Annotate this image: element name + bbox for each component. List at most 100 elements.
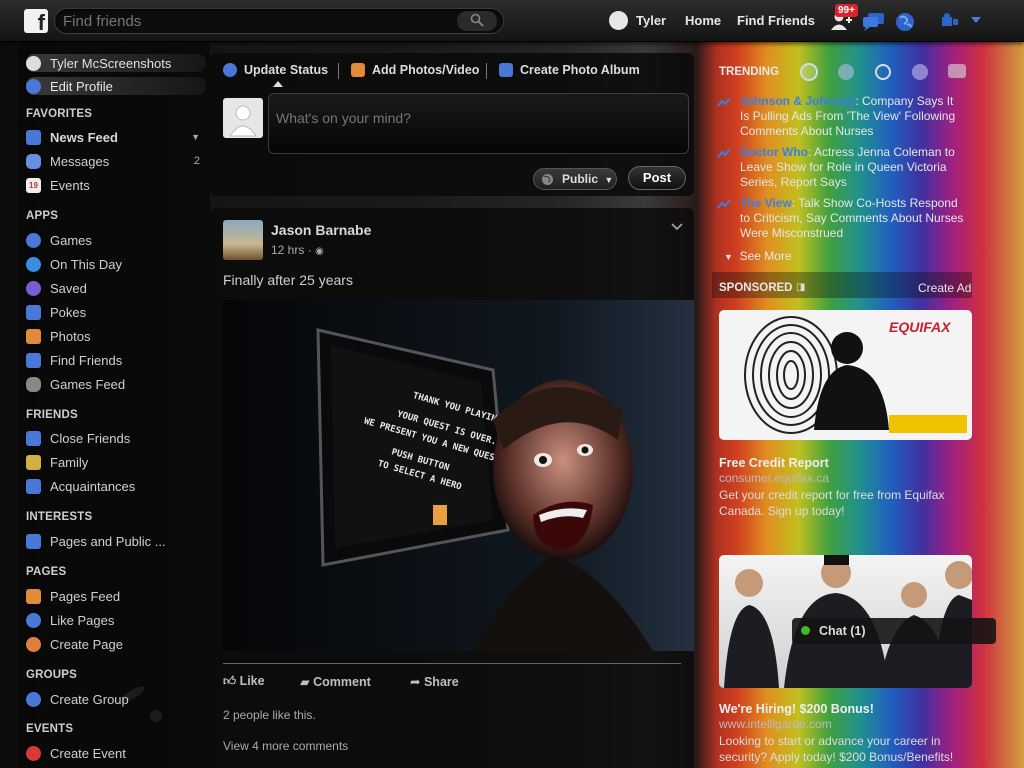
sidebar-item-news-feed[interactable]: News Feed ▼: [26, 128, 206, 146]
post-timestamp[interactable]: 12 hrs · ◉: [271, 243, 324, 257]
likes-people-link[interactable]: 2 people: [223, 708, 269, 722]
family-icon: [26, 454, 41, 470]
privacy-shortcuts-icon[interactable]: [940, 11, 960, 29]
post-time-text: 12 hrs ·: [271, 243, 312, 257]
find-friends-link[interactable]: Find Friends: [737, 13, 815, 28]
saved-icon: [26, 280, 41, 296]
like-button[interactable]: 👍︎ Like: [223, 674, 265, 689]
ad-title[interactable]: We're Hiring! $200 Bonus!: [719, 702, 874, 716]
post-author[interactable]: Jason Barnabe: [271, 222, 371, 238]
pencil-icon: [26, 78, 41, 94]
edit-profile-row[interactable]: Edit Profile: [26, 77, 206, 95]
like-label: Like: [239, 674, 265, 688]
trending-science-icon[interactable]: [875, 64, 891, 80]
globe-icon: ◉: [315, 246, 324, 257]
sidebar-item-find-friends[interactable]: Find Friends: [26, 351, 206, 369]
sidebar-item-create-page[interactable]: Create Page: [26, 635, 206, 653]
photo-icon: [351, 63, 365, 77]
sidebar-item-label: Create Event: [50, 745, 126, 761]
view-more-comments-link[interactable]: View 4 more comments: [223, 739, 348, 753]
sidebar-item-messages[interactable]: Messages 2: [26, 152, 206, 170]
sidebar-item-like-pages[interactable]: Like Pages: [26, 611, 206, 629]
left-sidebar: Tyler McScreenshots Edit Profile FAVORIT…: [18, 44, 210, 768]
create-group-icon: [26, 691, 41, 707]
privacy-selector[interactable]: Public ▼: [533, 168, 617, 190]
sidebar-item-photos[interactable]: Photos: [26, 327, 206, 345]
messages-count: 2: [193, 155, 200, 167]
games-feed-icon: [26, 376, 41, 392]
games-icon: [26, 232, 41, 248]
avatar: [223, 98, 263, 138]
trending-item[interactable]: Johnson & Johnson: Company Says It Is Pu…: [717, 94, 965, 139]
ad-image-equifax[interactable]: EQUIFAX: [719, 310, 972, 440]
sidebar-item-label: Find Friends: [50, 352, 123, 368]
ad-description: Get your credit report for free from Equ…: [719, 488, 945, 518]
create-ad-link[interactable]: Create Ad: [918, 281, 971, 295]
trending-item[interactable]: The View: Talk Show Co-Hosts Respond to …: [717, 196, 965, 241]
trending-entertainment-icon[interactable]: [948, 64, 966, 78]
post-options-chevron-icon[interactable]: [671, 223, 683, 231]
trending-top-icon[interactable]: [800, 63, 818, 81]
messages-icon[interactable]: [862, 11, 886, 31]
interests-header: INTERESTS: [26, 511, 93, 523]
search-input[interactable]: [63, 13, 453, 30]
account-menu-chevron-icon[interactable]: [970, 16, 982, 24]
trending-politics-icon[interactable]: [838, 64, 854, 80]
sidebar-item-on-this-day[interactable]: On This Day: [26, 255, 206, 273]
ad-url[interactable]: consumer.equifax.ca: [719, 471, 829, 485]
divider: [486, 63, 487, 79]
likes-summary: 2 people like this.: [223, 708, 316, 722]
post-photo[interactable]: THANK YOU PLAYING YOUR QUEST IS OVER. WE…: [223, 300, 694, 651]
tab-label: Update Status: [244, 63, 329, 77]
sidebar-item-games-feed[interactable]: Games Feed: [26, 375, 206, 393]
sidebar-item-saved[interactable]: Saved: [26, 279, 206, 297]
trending-item[interactable]: Doctor Who: Actress Jenna Coleman to Lea…: [717, 145, 965, 190]
facebook-logo-icon[interactable]: f: [24, 9, 48, 33]
trending-header: TRENDING: [719, 66, 780, 78]
profile-link[interactable]: Tyler: [636, 13, 666, 28]
tab-add-photos[interactable]: Add Photos/Video: [351, 63, 479, 77]
trending-sports-icon[interactable]: [912, 64, 928, 80]
search-icon: [470, 13, 484, 27]
avatar[interactable]: [223, 220, 263, 260]
close-friends-icon: [26, 430, 41, 446]
tab-label: Create Photo Album: [520, 63, 640, 77]
like-pages-icon: [26, 612, 41, 628]
status-box[interactable]: [268, 93, 689, 154]
chat-bar[interactable]: Chat (1): [792, 618, 996, 644]
equifax-brand: EQUIFAX: [889, 319, 952, 335]
sidebar-item-create-event[interactable]: Create Event: [26, 744, 206, 762]
sidebar-item-pages-feed[interactable]: Pages Feed: [26, 587, 206, 605]
sidebar-item-pokes[interactable]: Pokes: [26, 303, 206, 321]
post-button[interactable]: Post: [628, 166, 686, 190]
chevron-down-icon[interactable]: ▼: [191, 132, 200, 142]
sidebar-item-create-group[interactable]: Create Group: [26, 690, 206, 708]
comment-button[interactable]: ▰ Comment: [300, 674, 371, 689]
sidebar-item-games[interactable]: Games: [26, 231, 206, 249]
edit-profile-label: Edit Profile: [50, 78, 113, 94]
sidebar-item-events[interactable]: 19 Events: [26, 176, 206, 194]
avatar[interactable]: [609, 11, 628, 30]
sidebar-item-pages-public[interactable]: Pages and Public ...: [26, 532, 206, 550]
see-more-link[interactable]: ▼ See More: [724, 249, 792, 263]
ad-title[interactable]: Free Credit Report: [719, 456, 829, 470]
feed-post: Jason Barnabe 12 hrs · ◉ Finally after 2…: [210, 208, 694, 768]
profile-link-row[interactable]: Tyler McScreenshots: [26, 54, 206, 72]
ad-url[interactable]: www.intelligarde.com: [719, 717, 832, 731]
create-page-icon: [26, 636, 41, 652]
friends-header: FRIENDS: [26, 409, 78, 421]
tab-create-album[interactable]: Create Photo Album: [499, 63, 640, 77]
status-composer: Update Status Add Photos/Video Create Ph…: [210, 53, 694, 196]
sidebar-item-label: Acquaintances: [50, 478, 136, 494]
search-button[interactable]: [457, 11, 497, 31]
ad-choices-icon[interactable]: ◨: [796, 282, 805, 293]
status-input[interactable]: [276, 110, 676, 126]
sidebar-item-family[interactable]: Family: [26, 453, 206, 471]
share-button[interactable]: ➦ Share: [410, 674, 459, 689]
home-link[interactable]: Home: [685, 13, 721, 28]
sidebar-item-close-friends[interactable]: Close Friends: [26, 429, 206, 447]
thumbs-up-icon: 👍︎: [223, 674, 237, 688]
sidebar-item-acquaintances[interactable]: Acquaintances: [26, 477, 206, 495]
notifications-globe-icon[interactable]: [894, 11, 916, 33]
tab-update-status[interactable]: Update Status: [223, 63, 328, 77]
